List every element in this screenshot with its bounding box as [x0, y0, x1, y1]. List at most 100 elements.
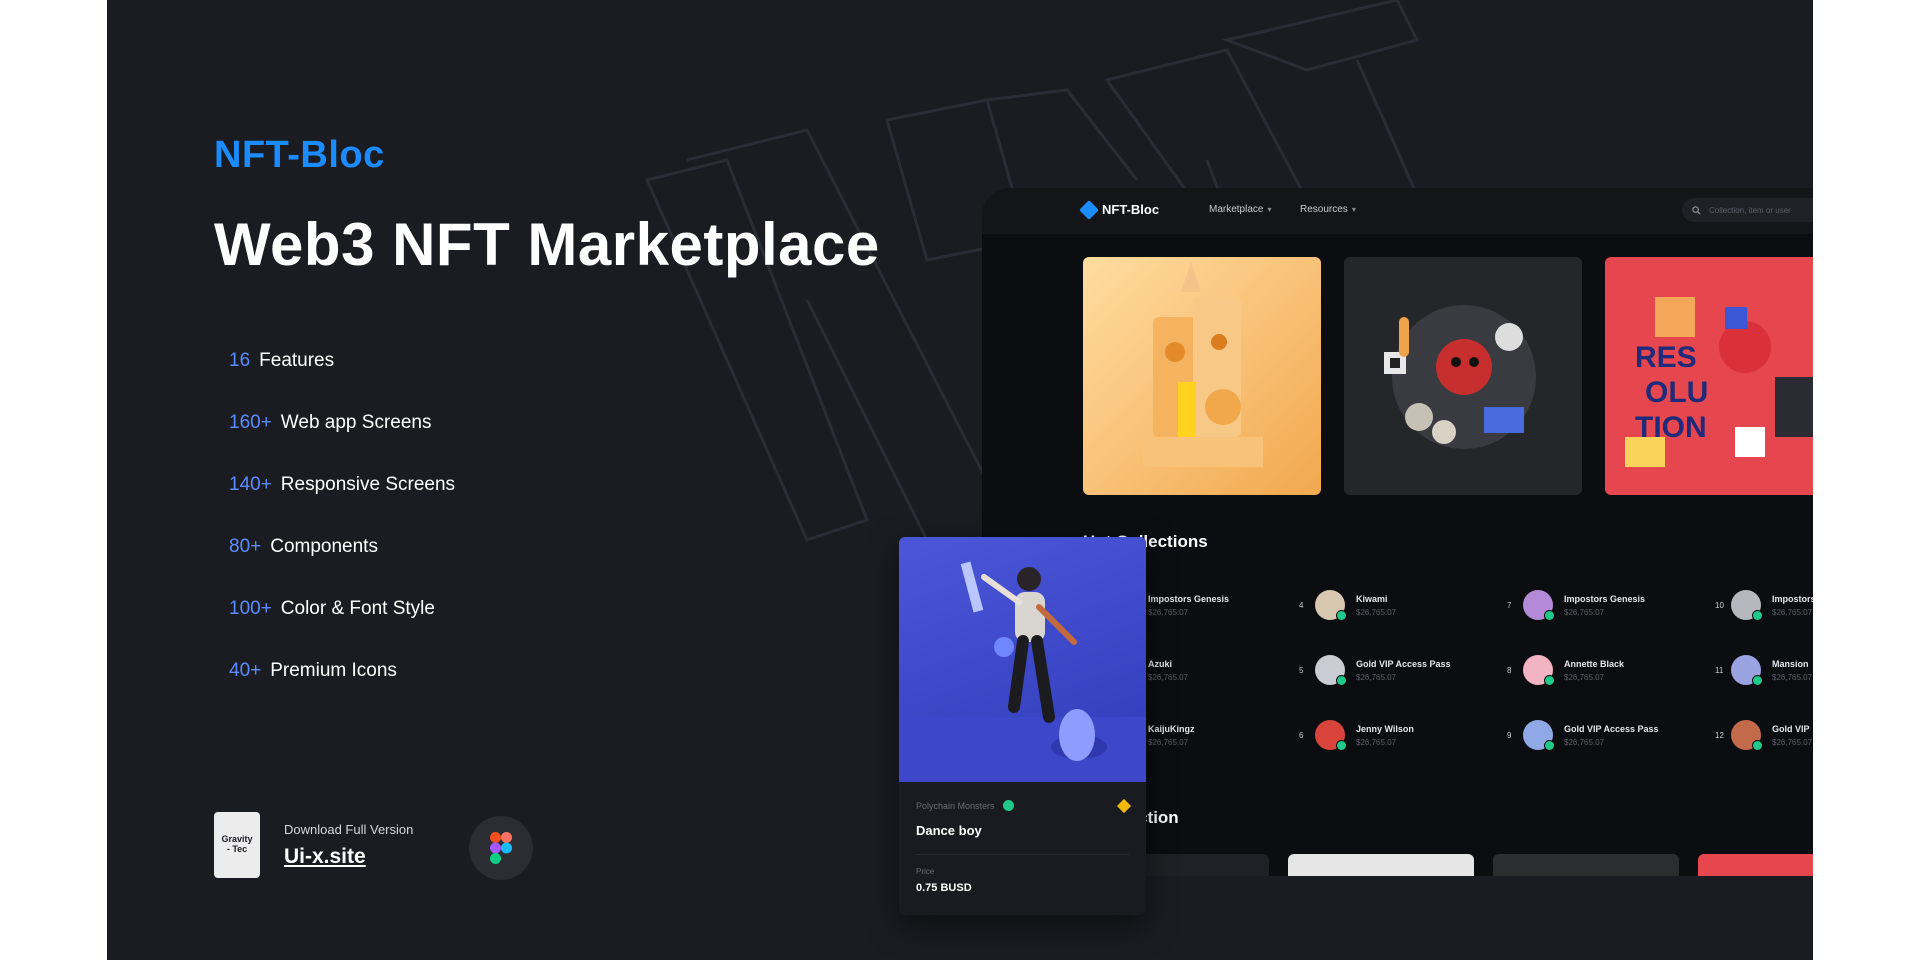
verified-icon: [1336, 740, 1347, 751]
download-label: Download Full Version: [284, 821, 414, 837]
cube-icon: [1079, 199, 1099, 220]
collection-value: $26,765.07: [1564, 737, 1605, 747]
collection-name: Annette Black: [1564, 658, 1625, 669]
price-value: 0.75 BUSD: [916, 882, 972, 894]
collection-rank: 6: [1299, 730, 1304, 740]
nav-label: Resources: [1300, 204, 1348, 215]
collection-text: Azuki $26,765.07: [1148, 659, 1188, 682]
search-icon: [1692, 205, 1701, 215]
nft-title: Dance boy: [916, 823, 982, 838]
collection-avatar: [1731, 655, 1763, 686]
auction-thumb[interactable]: [1493, 854, 1679, 876]
collection-item[interactable]: 11 Mansion $26,765.07: [1715, 655, 1813, 686]
verified-icon: [1752, 610, 1763, 621]
collection-item[interactable]: 4 Kiwami $26,765.07: [1299, 590, 1396, 621]
auction-thumb[interactable]: [1698, 854, 1813, 876]
search-input[interactable]: [1707, 204, 1813, 216]
logo-text-bottom: - Tec: [226, 844, 248, 854]
collection-value: $26,765.07: [1772, 607, 1813, 617]
collection-name: KaijuKingz: [1148, 723, 1195, 734]
collection-value: $26,765.07: [1564, 672, 1605, 682]
collection-rank: 9: [1507, 730, 1512, 740]
nav-marketplace[interactable]: Marketplace ▾: [1209, 204, 1271, 215]
collection-name: Jenny Wilson: [1356, 723, 1414, 734]
peach-sculpture-art: [1143, 262, 1263, 467]
collection-avatar: [1523, 720, 1555, 751]
collection-item[interactable]: 9 Gold VIP Access Pass $26,765.07: [1507, 720, 1659, 751]
nav-resources[interactable]: Resources ▾: [1300, 204, 1356, 215]
download-footer: Gravity - Tec Download Full Version Ui-x…: [214, 812, 413, 878]
verified-icon: [1002, 800, 1014, 811]
collection-item[interactable]: 10 Impostors $26,765.07: [1715, 590, 1813, 621]
collection-item[interactable]: 6 Jenny Wilson $26,765.07: [1299, 720, 1414, 751]
feature-item: 16 Features: [229, 330, 455, 392]
collection-item[interactable]: 8 Annette Black $26,765.07: [1507, 655, 1624, 686]
nft-collection-name: Polychain Monsters: [916, 800, 995, 811]
collection-avatar: [1523, 590, 1555, 621]
collection-item[interactable]: 7 Impostors Genesis $26,765.07: [1507, 590, 1645, 621]
figma-icon: [490, 832, 512, 864]
hero-card-red[interactable]: RES OLU TION: [1605, 257, 1813, 495]
collection-name: Azuki: [1148, 658, 1173, 669]
promo-canvas: NFT-Bloc Web3 NFT Marketplace 16 Features…: [107, 0, 1813, 960]
collection-rank: 5: [1299, 665, 1304, 675]
collection-avatar: [1523, 655, 1555, 686]
feature-count: 80+: [229, 536, 262, 557]
feature-count: 140+: [229, 474, 272, 495]
download-link[interactable]: Ui-x.site: [284, 845, 413, 869]
feature-item: 40+ Premium Icons: [229, 640, 455, 702]
collection-value: $26,765.07: [1148, 672, 1189, 682]
hero-card-dark[interactable]: [1344, 257, 1582, 495]
collection-value: $26,765.07: [1356, 672, 1397, 682]
feature-label: Web app Screens: [280, 412, 432, 433]
revolution-art: RES OLU TION: [1625, 297, 1813, 467]
collection-name: Gold VIP Access Pass: [1356, 658, 1451, 669]
verified-icon: [1544, 740, 1555, 751]
price-label: Price: [916, 867, 935, 876]
nav-label: Marketplace: [1209, 204, 1264, 215]
collection-text: Annette Black $26,765.07: [1564, 659, 1624, 682]
feature-list: 16 Features 160+ Web app Screens 140+ Respo…: [229, 330, 455, 702]
collection-value: $26,765.07: [1772, 672, 1813, 682]
revolution-text-1: RES: [1635, 341, 1697, 374]
auction-thumb[interactable]: [1288, 854, 1474, 876]
collection-avatar: [1315, 590, 1347, 621]
collection-item[interactable]: 12 Gold VIP $26,765.07: [1715, 720, 1812, 751]
collection-text: Gold VIP Access Pass $26,765.07: [1564, 724, 1659, 747]
collection-avatar: [1315, 720, 1347, 751]
verified-icon: [1336, 675, 1347, 686]
download-block: Download Full Version Ui-x.site: [284, 822, 413, 869]
search-box[interactable]: [1682, 198, 1813, 222]
collection-value: $26,765.07: [1564, 607, 1605, 617]
divider: [916, 854, 1129, 855]
feature-item: 140+ Responsive Screens: [229, 454, 455, 516]
nft-card[interactable]: Polychain Monsters Dance boy Price 0.75 …: [899, 537, 1146, 915]
verified-icon: [1752, 675, 1763, 686]
app-logo[interactable]: NFT-Bloc: [1079, 199, 1159, 220]
revolution-text-3: TION: [1635, 411, 1707, 444]
collection-item[interactable]: 5 Gold VIP Access Pass $26,765.07: [1299, 655, 1451, 686]
brand-title: NFT-Bloc: [214, 134, 385, 176]
collection-value: $26,765.07: [1148, 737, 1189, 747]
dancer-art: [899, 561, 1146, 782]
feature-item: 100+ Color & Font Style: [229, 578, 455, 640]
hero-card-peach[interactable]: [1083, 257, 1321, 495]
collection-avatar: [1731, 590, 1763, 621]
collection-text: KaijuKingz $26,765.07: [1148, 724, 1195, 747]
collection-name: Kiwami: [1356, 593, 1388, 604]
collection-value: $26,765.07: [1148, 607, 1189, 617]
figma-button[interactable]: [469, 816, 533, 880]
collection-rank: 7: [1507, 600, 1512, 610]
feature-item: 160+ Web app Screens: [229, 392, 455, 454]
sphere-sculpture-art: [1384, 305, 1536, 449]
collection-name: Impostors Genesis: [1564, 593, 1646, 604]
feature-item: 80+ Components: [229, 516, 455, 578]
collection-rank: 4: [1299, 600, 1304, 610]
collection-name: Mansion: [1772, 658, 1809, 669]
collection-text: Impostors Genesis $26,765.07: [1564, 594, 1645, 617]
nft-card-body: Polychain Monsters Dance boy Price 0.75 …: [899, 782, 1146, 894]
collection-rank: 12: [1715, 730, 1724, 740]
chevron-down-icon: ▾: [1351, 205, 1356, 214]
collection-avatar: [1731, 720, 1763, 751]
feature-label: Premium Icons: [270, 660, 397, 681]
